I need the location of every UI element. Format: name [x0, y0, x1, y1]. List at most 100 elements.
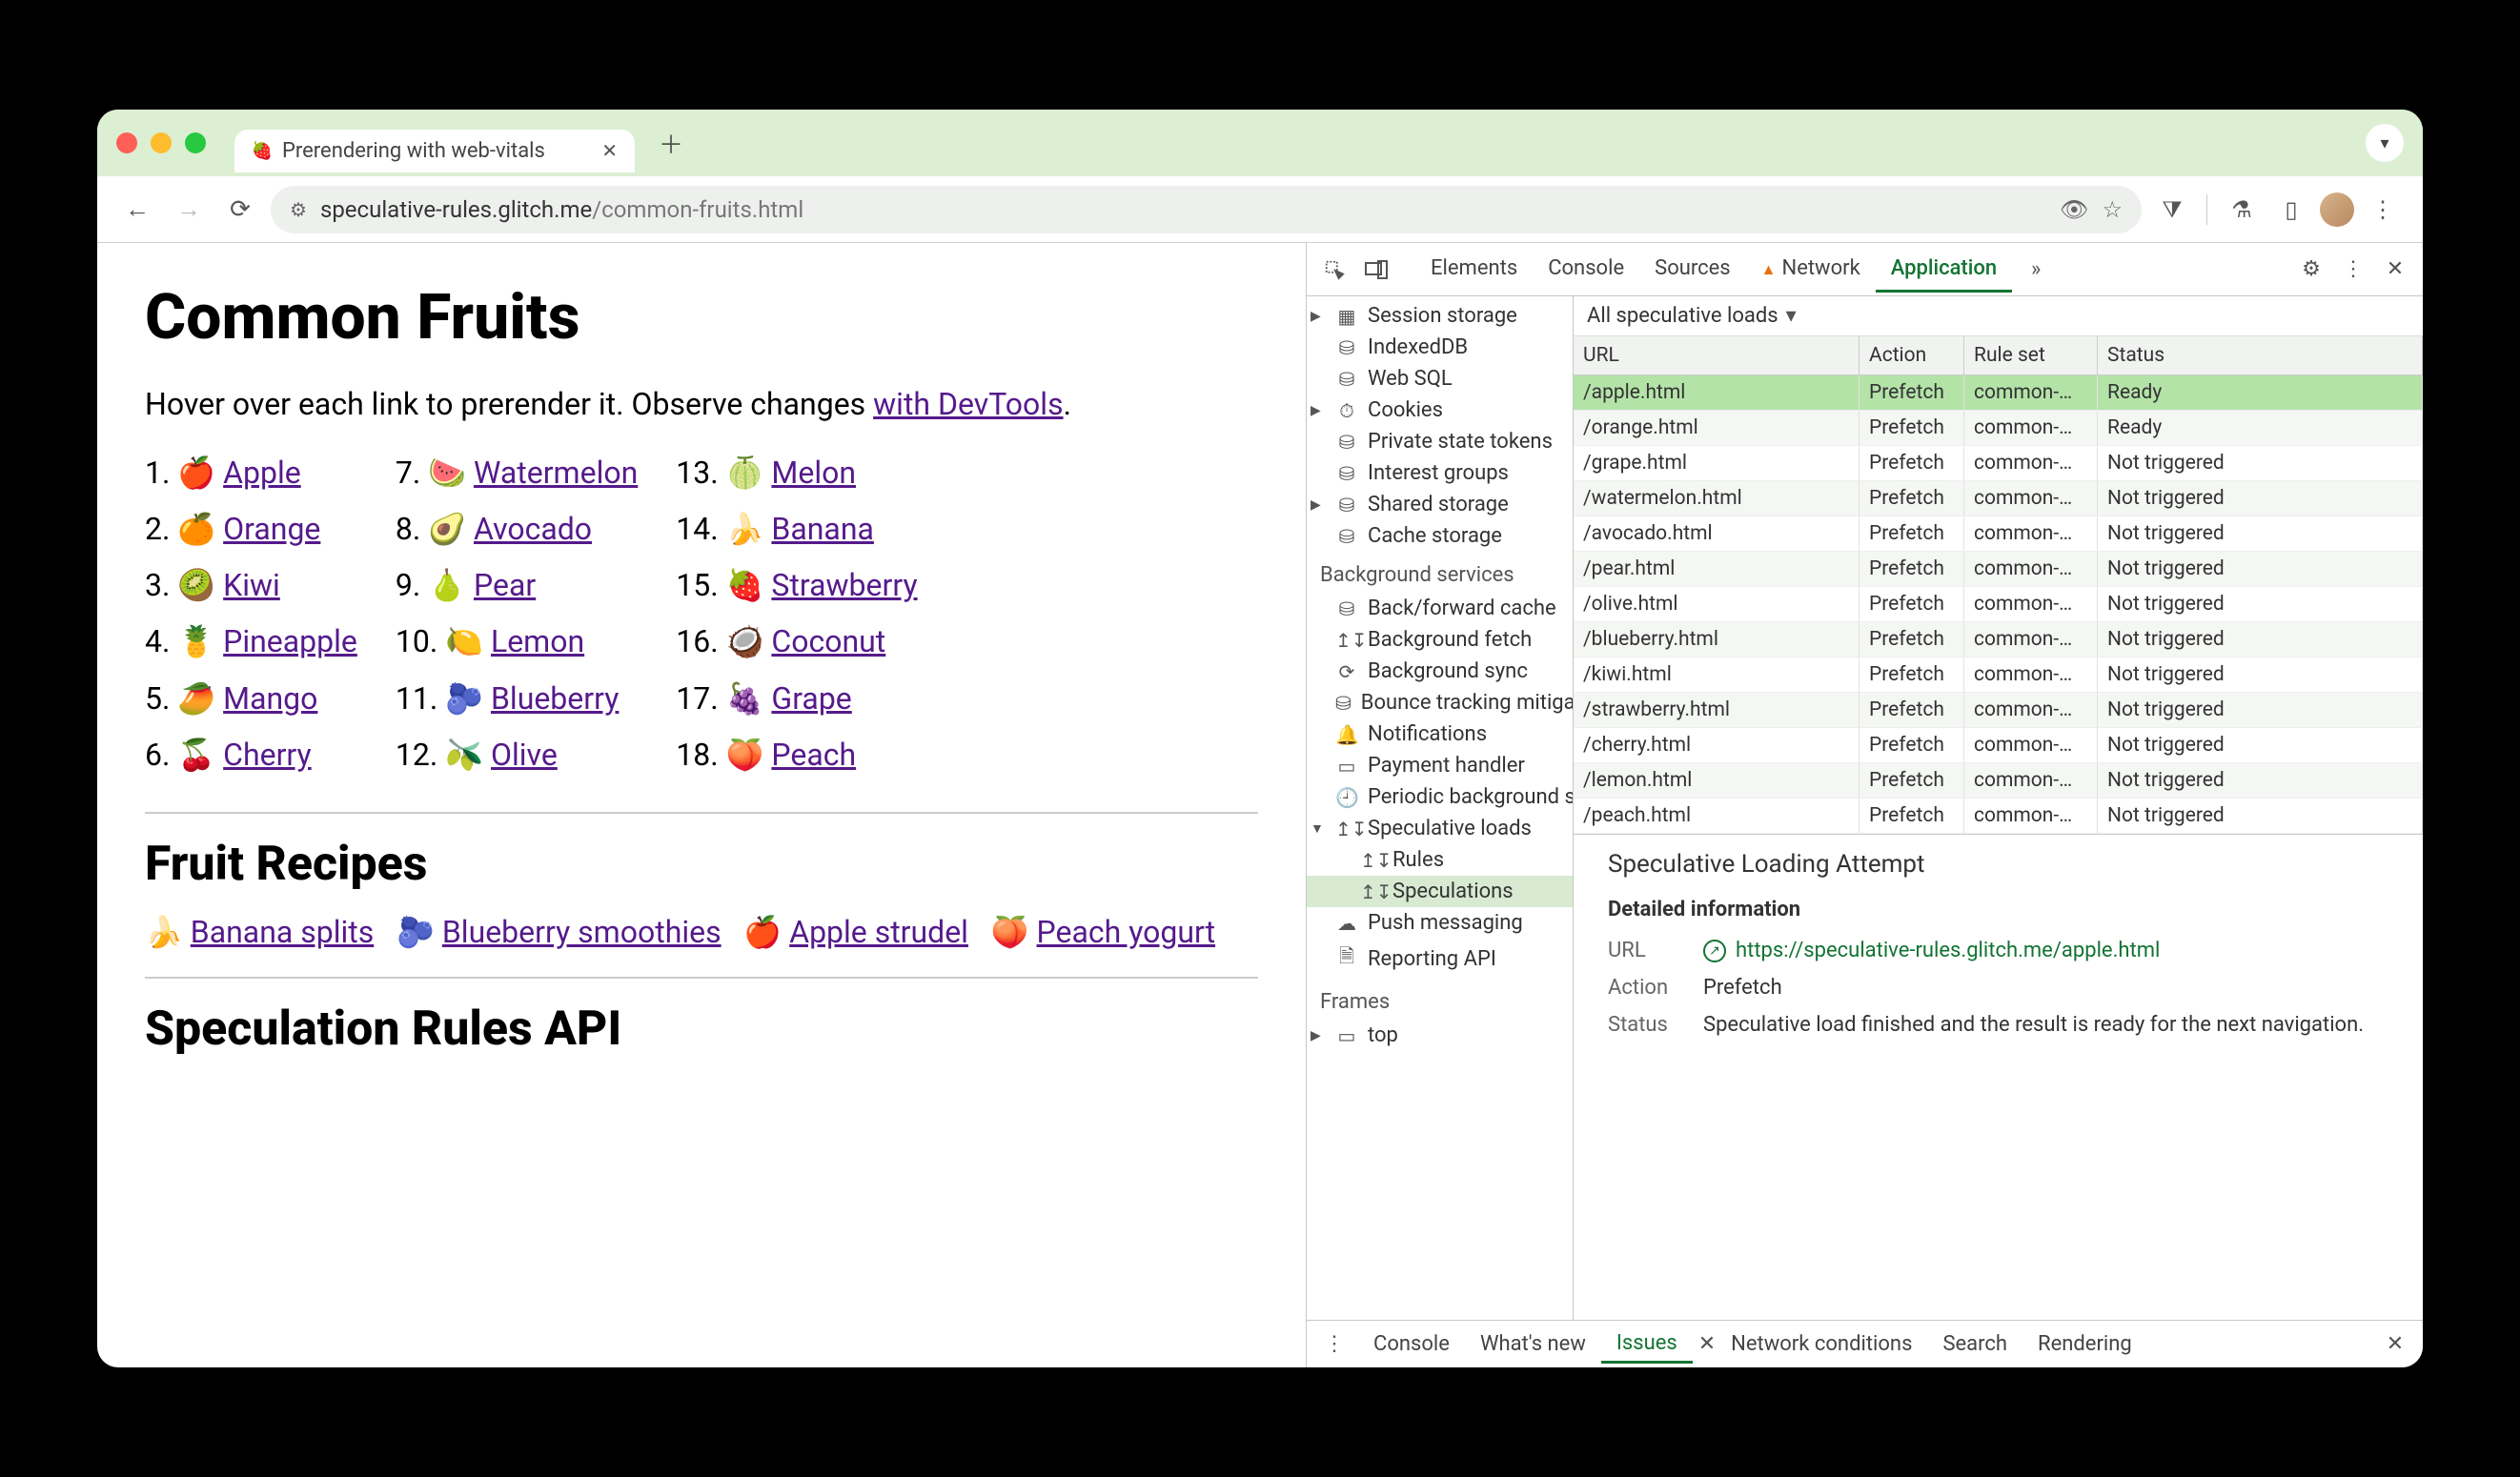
table-row[interactable]: /olive.htmlPrefetchcommon-…Not triggered: [1574, 587, 2423, 622]
recipe-link[interactable]: Peach yogurt: [1037, 914, 1216, 950]
fruit-link[interactable]: Orange: [223, 511, 320, 547]
fruit-link[interactable]: Pineapple: [223, 623, 357, 659]
fruit-link[interactable]: Kiwi: [223, 567, 280, 603]
sidepanel-icon[interactable]: ▯: [2270, 189, 2312, 231]
sidebar-item[interactable]: ⛁Web SQL: [1307, 363, 1573, 395]
fruit-link[interactable]: Coconut: [771, 623, 885, 659]
sidebar-item[interactable]: ▭Payment handler: [1307, 750, 1573, 781]
table-row[interactable]: /avocado.htmlPrefetchcommon-…Not trigger…: [1574, 516, 2423, 552]
address-bar[interactable]: ⚙ speculative-rules.glitch.me/common-fru…: [271, 186, 2142, 233]
fruit-link[interactable]: Pear: [474, 567, 536, 603]
sidebar-item[interactable]: ▶▭top: [1307, 1020, 1573, 1051]
recipe-link[interactable]: Apple strudel: [789, 914, 968, 950]
fruit-link[interactable]: Apple: [223, 455, 301, 491]
sidebar-item[interactable]: ⛁Bounce tracking mitigations: [1307, 687, 1573, 718]
table-row[interactable]: /cherry.htmlPrefetchcommon-…Not triggere…: [1574, 728, 2423, 763]
sidebar-item[interactable]: ⛁Private state tokens: [1307, 426, 1573, 457]
devtools-tab-console[interactable]: Console: [1533, 247, 1639, 293]
chrome-collapse-button[interactable]: ▾: [2366, 124, 2404, 162]
chrome-menu-icon[interactable]: ⋮: [2362, 189, 2404, 231]
table-row[interactable]: /apple.htmlPrefetchcommon-…Ready: [1574, 375, 2423, 411]
sidebar-item[interactable]: 🕘Periodic background sync: [1307, 781, 1573, 813]
devtools-tab-sources[interactable]: Sources: [1639, 247, 1746, 293]
sidebar-item[interactable]: ↥↧Rules: [1307, 844, 1573, 876]
profile-avatar[interactable]: [2320, 192, 2354, 227]
speculation-filter[interactable]: All speculative loads ▾: [1574, 296, 2423, 336]
fruit-link[interactable]: Cherry: [223, 737, 312, 773]
extensions-icon[interactable]: ⧩: [2151, 189, 2193, 231]
close-drawer-tab-icon[interactable]: ✕: [1698, 1332, 1716, 1356]
sidebar-item[interactable]: 🗎Reporting API: [1307, 939, 1573, 979]
drawer-tab-what's-new[interactable]: What's new: [1465, 1326, 1601, 1362]
drawer-close-icon[interactable]: ✕: [2377, 1326, 2413, 1363]
sidebar-item[interactable]: ⛁Back/forward cache: [1307, 593, 1573, 624]
fruit-link[interactable]: Melon: [771, 455, 856, 491]
sidebar-item[interactable]: ⛁Interest groups: [1307, 457, 1573, 489]
detail-url-value[interactable]: ↗https://speculative-rules.glitch.me/app…: [1703, 939, 2160, 962]
fruit-link[interactable]: Lemon: [491, 623, 584, 659]
drawer-tab-search[interactable]: Search: [1927, 1326, 2022, 1362]
devtools-tab-network[interactable]: Network: [1746, 247, 1876, 293]
fruit-link[interactable]: Watermelon: [474, 455, 638, 491]
fruit-link[interactable]: Olive: [491, 737, 558, 773]
drawer-tab-rendering[interactable]: Rendering: [2022, 1326, 2147, 1362]
close-tab-icon[interactable]: ✕: [601, 139, 618, 162]
col-status[interactable]: Status: [2098, 336, 2423, 374]
incognito-hide-icon[interactable]: 👁: [2060, 196, 2088, 223]
recipe-link[interactable]: Banana splits: [191, 914, 374, 950]
sidebar-item[interactable]: ▶⛁Shared storage: [1307, 489, 1573, 520]
table-row[interactable]: /watermelon.htmlPrefetchcommon-…Not trig…: [1574, 481, 2423, 516]
back-button[interactable]: ←: [116, 189, 158, 231]
new-tab-button[interactable]: ＋: [654, 126, 688, 160]
sidebar-item[interactable]: ⟳Background sync: [1307, 656, 1573, 687]
labs-icon[interactable]: ⚗: [2221, 189, 2263, 231]
fruit-link[interactable]: Grape: [771, 680, 851, 717]
table-row[interactable]: /blueberry.htmlPrefetchcommon-…Not trigg…: [1574, 622, 2423, 658]
table-row[interactable]: /grape.htmlPrefetchcommon-…Not triggered: [1574, 446, 2423, 481]
reload-button[interactable]: ⟳: [219, 189, 261, 231]
sidebar-item[interactable]: ↥↧Speculations: [1307, 876, 1573, 907]
bookmark-icon[interactable]: ☆: [2102, 196, 2123, 223]
devtools-menu-icon[interactable]: ⋮: [2335, 252, 2371, 288]
more-tabs-icon[interactable]: »: [2018, 252, 2054, 288]
drawer-menu-icon[interactable]: ⋮: [1316, 1326, 1352, 1363]
drawer-tab-network-conditions[interactable]: Network conditions: [1716, 1326, 1927, 1362]
sidebar-item[interactable]: ☁Push messaging: [1307, 907, 1573, 939]
sidebar-item[interactable]: ⛁IndexedDB: [1307, 332, 1573, 363]
drawer-tab-issues[interactable]: Issues: [1601, 1325, 1693, 1364]
devtools-tab-application[interactable]: Application: [1876, 247, 2012, 293]
fruit-link[interactable]: Banana: [771, 511, 874, 547]
table-row[interactable]: /lemon.htmlPrefetchcommon-…Not triggered: [1574, 763, 2423, 799]
sidebar-item[interactable]: ↥↧Background fetch: [1307, 624, 1573, 656]
window-minimize-icon[interactable]: [151, 132, 172, 153]
fruit-link[interactable]: Blueberry: [491, 680, 619, 717]
inspect-element-icon[interactable]: [1316, 252, 1352, 288]
devtools-tab-elements[interactable]: Elements: [1415, 247, 1533, 293]
col-action[interactable]: Action: [1860, 336, 1964, 374]
sidebar-item[interactable]: ▼↥↧Speculative loads: [1307, 813, 1573, 844]
devtools-link[interactable]: with DevTools: [873, 386, 1063, 422]
table-row[interactable]: /peach.htmlPrefetchcommon-…Not triggered: [1574, 799, 2423, 834]
table-row[interactable]: /pear.htmlPrefetchcommon-…Not triggered: [1574, 552, 2423, 587]
table-row[interactable]: /kiwi.htmlPrefetchcommon-…Not triggered: [1574, 658, 2423, 693]
sidebar-item[interactable]: 🔔Notifications: [1307, 718, 1573, 750]
device-toolbar-icon[interactable]: [1358, 252, 1394, 288]
fruit-link[interactable]: Peach: [771, 737, 856, 773]
recipe-link[interactable]: Blueberry smoothies: [442, 914, 721, 950]
window-close-icon[interactable]: [116, 132, 137, 153]
devtools-close-icon[interactable]: ✕: [2377, 252, 2413, 288]
site-settings-icon[interactable]: ⚙: [290, 198, 307, 221]
col-url[interactable]: URL: [1574, 336, 1860, 374]
table-row[interactable]: /strawberry.htmlPrefetchcommon-…Not trig…: [1574, 693, 2423, 728]
sidebar-item[interactable]: ▶▦Session storage: [1307, 300, 1573, 332]
fruit-link[interactable]: Avocado: [474, 511, 592, 547]
drawer-tab-console[interactable]: Console: [1358, 1326, 1465, 1362]
fruit-link[interactable]: Mango: [223, 680, 317, 717]
window-fullscreen-icon[interactable]: [185, 132, 206, 153]
col-ruleset[interactable]: Rule set: [1964, 336, 2098, 374]
fruit-link[interactable]: Strawberry: [771, 567, 917, 603]
browser-tab[interactable]: 🍓 Prerendering with web-vitals ✕: [234, 130, 635, 172]
sidebar-item[interactable]: ⛁Cache storage: [1307, 520, 1573, 552]
sidebar-item[interactable]: ▶⏱Cookies: [1307, 395, 1573, 426]
table-row[interactable]: /orange.htmlPrefetchcommon-…Ready: [1574, 411, 2423, 446]
